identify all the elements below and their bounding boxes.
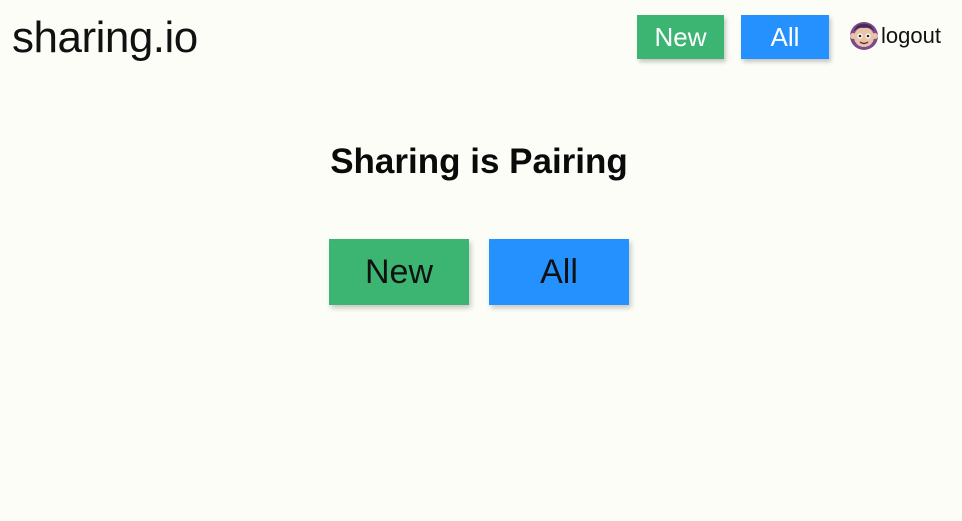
- header: sharing.io New All logout: [0, 0, 962, 80]
- page-title: Sharing is Pairing: [330, 142, 628, 181]
- all-button[interactable]: All: [489, 239, 629, 305]
- nav-all-button[interactable]: All: [741, 15, 829, 59]
- nav-new-button[interactable]: New: [637, 15, 724, 59]
- logout-label: logout: [881, 23, 941, 48]
- avatar-icon: [849, 21, 879, 51]
- new-button[interactable]: New: [329, 239, 469, 305]
- brand-logo[interactable]: sharing.io: [12, 10, 198, 66]
- logout-link[interactable]: logout: [849, 20, 941, 52]
